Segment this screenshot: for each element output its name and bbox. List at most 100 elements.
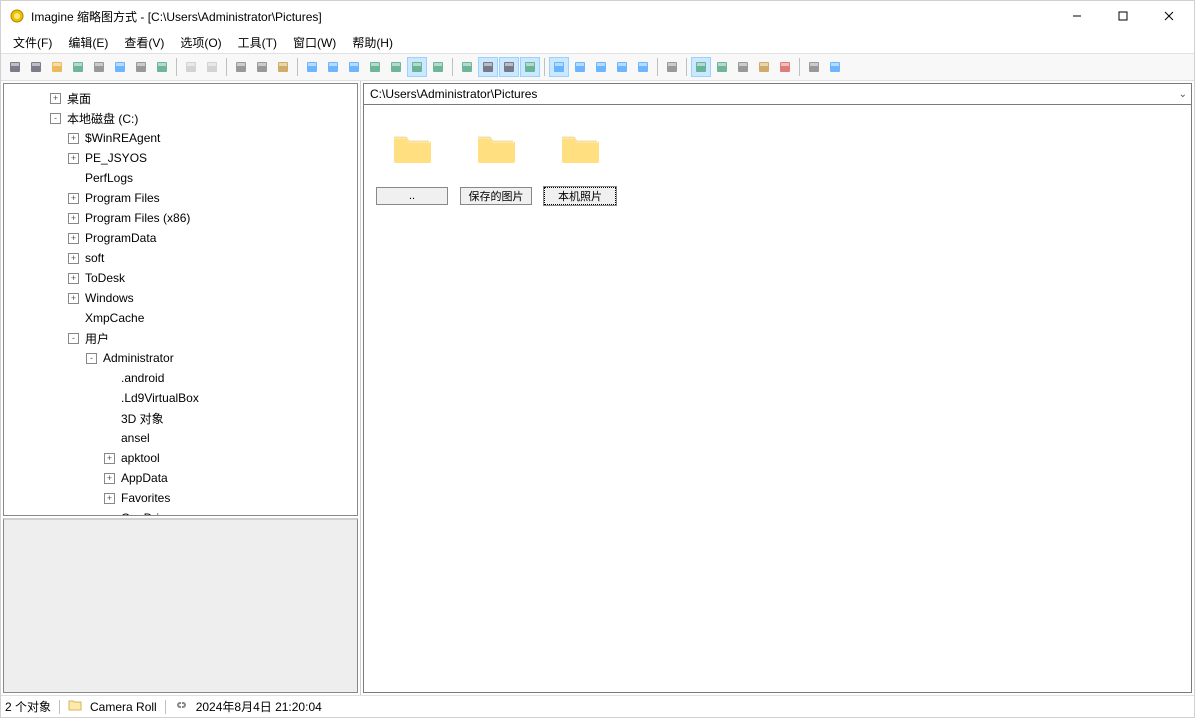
chevron-down-icon[interactable]: ⌄ — [1179, 89, 1187, 100]
expand-icon[interactable]: + — [68, 253, 79, 264]
grid-icon[interactable] — [302, 57, 322, 77]
tree-item[interactable]: +PE_JSYOS — [4, 148, 357, 168]
tree-item[interactable]: + ToDesk — [4, 268, 357, 288]
tree-item[interactable]: +.Ld9VirtualBox — [4, 388, 357, 408]
collapse-icon[interactable]: - — [68, 333, 79, 344]
folder-item[interactable]: 本机照片 — [544, 129, 616, 205]
statusbar: 2 个对象 Camera Roll 2024年8月4日 21:20:04 — [1, 695, 1194, 717]
menu-help[interactable]: 帮助(H) — [344, 32, 401, 53]
tree-item[interactable]: +.android — [4, 368, 357, 388]
tree-label: ToDesk — [83, 270, 127, 286]
expand-icon[interactable]: + — [68, 273, 79, 284]
expand-icon[interactable]: + — [68, 233, 79, 244]
tree-item[interactable]: +Program Files — [4, 188, 357, 208]
menu-file[interactable]: 文件(F) — [5, 32, 60, 53]
expand-icon[interactable]: + — [68, 133, 79, 144]
expand-icon[interactable]: + — [68, 153, 79, 164]
expand-icon[interactable]: + — [104, 473, 115, 484]
tree-item[interactable]: +XmpCache — [4, 308, 357, 328]
eye-icon[interactable] — [5, 57, 25, 77]
menu-window[interactable]: 窗口(W) — [285, 32, 344, 53]
right-pane: C:\Users\Administrator\Pictures ⌄ ..保存的图… — [363, 83, 1192, 693]
grid2-icon[interactable] — [365, 57, 385, 77]
refresh-icon[interactable] — [520, 57, 540, 77]
tree-icon[interactable] — [428, 57, 448, 77]
minimize-button[interactable] — [1054, 1, 1100, 31]
tree-item[interactable]: +Windows — [4, 288, 357, 308]
wrench-icon[interactable] — [662, 57, 682, 77]
expand-icon[interactable]: + — [104, 493, 115, 504]
menubar: 文件(F) 编辑(E) 查看(V) 选项(O) 工具(T) 窗口(W) 帮助(H… — [1, 31, 1194, 53]
menu-tools[interactable]: 工具(T) — [230, 32, 285, 53]
maximize-button[interactable] — [1100, 1, 1146, 31]
help-icon[interactable] — [825, 57, 845, 77]
address-text: C:\Users\Administrator\Pictures — [370, 87, 537, 101]
tree-label: XmpCache — [83, 310, 146, 326]
grid4-icon[interactable] — [407, 57, 427, 77]
expand-icon[interactable]: + — [50, 93, 61, 104]
table2-icon[interactable] — [570, 57, 590, 77]
wallpaper-icon[interactable] — [152, 57, 172, 77]
expand-icon[interactable]: + — [104, 453, 115, 464]
img5-icon[interactable] — [775, 57, 795, 77]
tree-item[interactable]: -Administrator — [4, 348, 357, 368]
clock-icon[interactable] — [344, 57, 364, 77]
menu-edit[interactable]: 编辑(E) — [60, 32, 116, 53]
tree-item[interactable]: +ansel — [4, 428, 357, 448]
folder-tree[interactable]: +桌面-本地磁盘 (C:)+$WinREAgent+PE_JSYOS+PerfL… — [4, 84, 357, 515]
list-icon[interactable] — [323, 57, 343, 77]
tree-item[interactable]: -本地磁盘 (C:) — [4, 108, 357, 128]
save-icon[interactable] — [68, 57, 88, 77]
img1-icon[interactable] — [691, 57, 711, 77]
img2-icon[interactable] — [712, 57, 732, 77]
folder-item[interactable]: 保存的图片 — [460, 129, 532, 205]
doc-icon[interactable] — [181, 57, 201, 77]
cut-icon[interactable] — [231, 57, 251, 77]
table5-icon[interactable] — [633, 57, 653, 77]
tree-item[interactable]: +$WinREAgent — [4, 128, 357, 148]
tree-item[interactable]: +OneDrive — [4, 508, 357, 515]
tree-label: ProgramData — [83, 230, 158, 246]
arrow-left-icon[interactable] — [478, 57, 498, 77]
arrow-right-icon[interactable] — [499, 57, 519, 77]
close-button[interactable] — [1146, 1, 1192, 31]
tree-item[interactable]: +PerfLogs — [4, 168, 357, 188]
collapse-icon[interactable]: - — [86, 353, 97, 364]
tree-item[interactable]: +apktool — [4, 448, 357, 468]
expand-icon[interactable]: + — [68, 213, 79, 224]
table3-icon[interactable] — [591, 57, 611, 77]
tree-item[interactable]: +Program Files (x86) — [4, 208, 357, 228]
folder-open-icon[interactable] — [47, 57, 67, 77]
tree-label: AppData — [119, 470, 170, 486]
menu-options[interactable]: 选项(O) — [172, 32, 229, 53]
picture-icon[interactable] — [457, 57, 477, 77]
copy-icon[interactable] — [252, 57, 272, 77]
img3-icon[interactable] — [733, 57, 753, 77]
tree-item[interactable]: -用户 — [4, 328, 357, 348]
expand-icon[interactable]: + — [68, 293, 79, 304]
menu-view[interactable]: 查看(V) — [116, 32, 172, 53]
collapse-icon[interactable]: - — [50, 113, 61, 124]
folder-icon — [68, 699, 82, 714]
tree-item[interactable]: +soft — [4, 248, 357, 268]
expand-icon[interactable]: + — [68, 193, 79, 204]
tree-item[interactable]: +桌面 — [4, 88, 357, 108]
table1-icon[interactable] — [549, 57, 569, 77]
edit-icon[interactable] — [804, 57, 824, 77]
tree-item[interactable]: +3D 对象 — [4, 408, 357, 428]
tree-item[interactable]: + AppData — [4, 468, 357, 488]
grid3-icon[interactable] — [386, 57, 406, 77]
info-icon[interactable] — [110, 57, 130, 77]
img4-icon[interactable] — [754, 57, 774, 77]
eye2-icon[interactable] — [26, 57, 46, 77]
slideshow-icon[interactable] — [131, 57, 151, 77]
doc2-icon[interactable] — [202, 57, 222, 77]
table4-icon[interactable] — [612, 57, 632, 77]
folder-item[interactable]: .. — [376, 129, 448, 205]
print-icon[interactable] — [89, 57, 109, 77]
address-bar[interactable]: C:\Users\Administrator\Pictures ⌄ — [363, 83, 1192, 105]
thumbnail-view[interactable]: ..保存的图片本机照片 — [363, 105, 1192, 693]
paste-icon[interactable] — [273, 57, 293, 77]
tree-item[interactable]: + ProgramData — [4, 228, 357, 248]
tree-item[interactable]: +Favorites — [4, 488, 357, 508]
